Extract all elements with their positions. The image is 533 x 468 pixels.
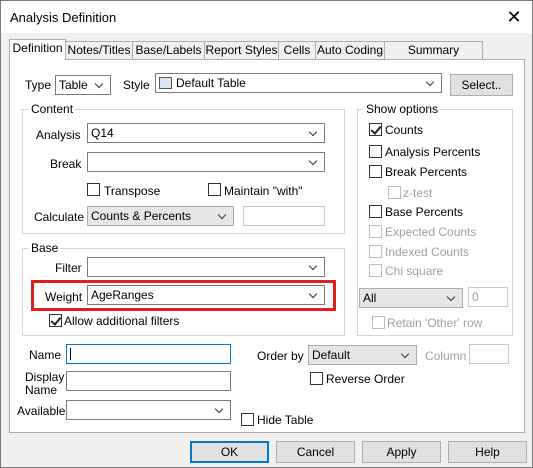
analysis-percents-label: Analysis Percents bbox=[385, 145, 481, 159]
chevron-down-icon bbox=[308, 258, 320, 276]
title-bar: Analysis Definition ✕ bbox=[1, 1, 532, 33]
analysis-definition-dialog: Analysis Definition ✕ Definition Notes/T… bbox=[0, 0, 533, 468]
weight-label: Weight bbox=[45, 290, 83, 304]
tab-notes-titles[interactable]: Notes/Titles bbox=[65, 41, 133, 59]
definition-panel: Type Table Style Default Table Select.. … bbox=[9, 59, 525, 433]
base-percents-label: Base Percents bbox=[385, 205, 464, 219]
type-value: Table bbox=[59, 78, 88, 92]
name-label: Name bbox=[29, 348, 62, 362]
style-label: Style bbox=[123, 78, 150, 92]
allow-additional-filters-label: Allow additional filters bbox=[64, 314, 180, 328]
transpose-checkbox[interactable] bbox=[87, 183, 100, 196]
chi-square-checkbox[interactable] bbox=[369, 264, 382, 277]
chevron-down-icon bbox=[214, 401, 226, 419]
tab-summary-statistics[interactable]: Summary Statistics bbox=[384, 41, 483, 74]
filter-dropdown[interactable] bbox=[87, 257, 325, 277]
hide-table-checkbox[interactable] bbox=[241, 413, 254, 426]
z-test-checkbox[interactable] bbox=[388, 186, 401, 199]
show-all-dropdown[interactable]: All bbox=[359, 288, 463, 308]
name-field[interactable] bbox=[66, 344, 231, 364]
text-caret bbox=[70, 348, 71, 360]
ok-button[interactable]: OK bbox=[190, 441, 269, 463]
tab-definition[interactable]: Definition bbox=[9, 39, 66, 60]
type-dropdown[interactable]: Table bbox=[55, 75, 111, 95]
analysis-value: Q14 bbox=[91, 126, 114, 140]
chevron-down-icon bbox=[308, 124, 320, 142]
order-by-value: Default bbox=[312, 348, 351, 362]
chevron-down-icon bbox=[446, 289, 458, 307]
table-style-icon bbox=[159, 77, 172, 89]
window-title: Analysis Definition bbox=[10, 10, 117, 25]
cancel-button[interactable]: Cancel bbox=[276, 441, 355, 463]
select-button[interactable]: Select.. bbox=[450, 74, 513, 96]
show-options-group-title: Show options bbox=[364, 102, 441, 116]
retain-other-row-label: Retain 'Other' row bbox=[387, 316, 483, 330]
tab-auto-coding[interactable]: Auto Coding bbox=[315, 41, 385, 59]
available-dropdown[interactable] bbox=[66, 400, 231, 420]
tab-cells[interactable]: Cells bbox=[278, 41, 316, 59]
expected-counts-checkbox[interactable] bbox=[369, 225, 382, 238]
order-by-label: Order by bbox=[257, 349, 304, 363]
expected-counts-label: Expected Counts bbox=[385, 225, 477, 239]
maintain-with-label: Maintain "with" bbox=[224, 184, 303, 198]
tab-report-styles[interactable]: Report Styles bbox=[204, 41, 279, 59]
calculate-label: Calculate bbox=[34, 210, 85, 224]
display-name-label-line2: Name bbox=[25, 383, 58, 397]
reverse-order-checkbox[interactable] bbox=[310, 372, 323, 385]
show-count-value: 0 bbox=[472, 290, 479, 304]
maintain-with-checkbox[interactable] bbox=[208, 183, 221, 196]
indexed-counts-label: Indexed Counts bbox=[385, 245, 470, 259]
base-percents-checkbox[interactable] bbox=[369, 205, 382, 218]
content-group-title: Content bbox=[29, 102, 76, 116]
break-dropdown[interactable] bbox=[87, 152, 325, 172]
weight-value: AgeRanges bbox=[91, 288, 154, 302]
analysis-dropdown[interactable]: Q14 bbox=[87, 123, 325, 143]
display-name-label-line1: Display bbox=[25, 370, 65, 384]
break-percents-checkbox[interactable] bbox=[369, 165, 382, 178]
base-group-title: Base bbox=[29, 241, 61, 255]
order-by-dropdown[interactable]: Default bbox=[308, 345, 417, 365]
chevron-down-icon bbox=[425, 74, 437, 92]
type-label: Type bbox=[25, 78, 52, 92]
calculate-extra-field[interactable] bbox=[243, 206, 325, 226]
analysis-percents-checkbox[interactable] bbox=[369, 145, 382, 158]
chi-square-label: Chi square bbox=[385, 264, 444, 278]
weight-dropdown[interactable]: AgeRanges bbox=[87, 285, 325, 305]
display-name-field[interactable] bbox=[66, 371, 231, 391]
chevron-down-icon bbox=[94, 76, 106, 94]
hide-table-label: Hide Table bbox=[257, 413, 314, 427]
filter-label: Filter bbox=[55, 261, 82, 275]
chevron-down-icon bbox=[308, 153, 320, 171]
column-label: Column bbox=[425, 349, 467, 363]
help-button[interactable]: Help bbox=[448, 441, 527, 463]
style-value: Default Table bbox=[176, 76, 246, 90]
show-all-value: All bbox=[363, 291, 377, 305]
tab-base-labels[interactable]: Base/Labels bbox=[132, 41, 205, 59]
available-label: Available bbox=[17, 404, 66, 418]
transpose-label: Transpose bbox=[104, 184, 161, 198]
chevron-down-icon bbox=[400, 346, 412, 364]
apply-button[interactable]: Apply bbox=[362, 441, 441, 463]
z-test-label: z-test bbox=[403, 186, 433, 200]
analysis-label: Analysis bbox=[36, 128, 81, 142]
show-count-field[interactable]: 0 bbox=[468, 287, 508, 307]
chevron-down-icon bbox=[308, 286, 320, 304]
column-field[interactable] bbox=[469, 344, 509, 364]
reverse-order-label: Reverse Order bbox=[326, 372, 405, 386]
break-percents-label: Break Percents bbox=[385, 165, 468, 179]
counts-checkbox[interactable] bbox=[369, 123, 382, 136]
chevron-down-icon bbox=[217, 207, 229, 225]
allow-additional-filters-checkbox[interactable] bbox=[49, 314, 62, 327]
indexed-counts-checkbox[interactable] bbox=[369, 245, 382, 258]
counts-label: Counts bbox=[385, 123, 424, 137]
retain-other-row-checkbox[interactable] bbox=[372, 316, 385, 329]
style-dropdown[interactable]: Default Table bbox=[155, 73, 442, 93]
calculate-value: Counts & Percents bbox=[91, 209, 192, 223]
close-icon[interactable]: ✕ bbox=[502, 5, 526, 29]
break-label: Break bbox=[50, 157, 82, 171]
calculate-dropdown[interactable]: Counts & Percents bbox=[87, 206, 234, 226]
